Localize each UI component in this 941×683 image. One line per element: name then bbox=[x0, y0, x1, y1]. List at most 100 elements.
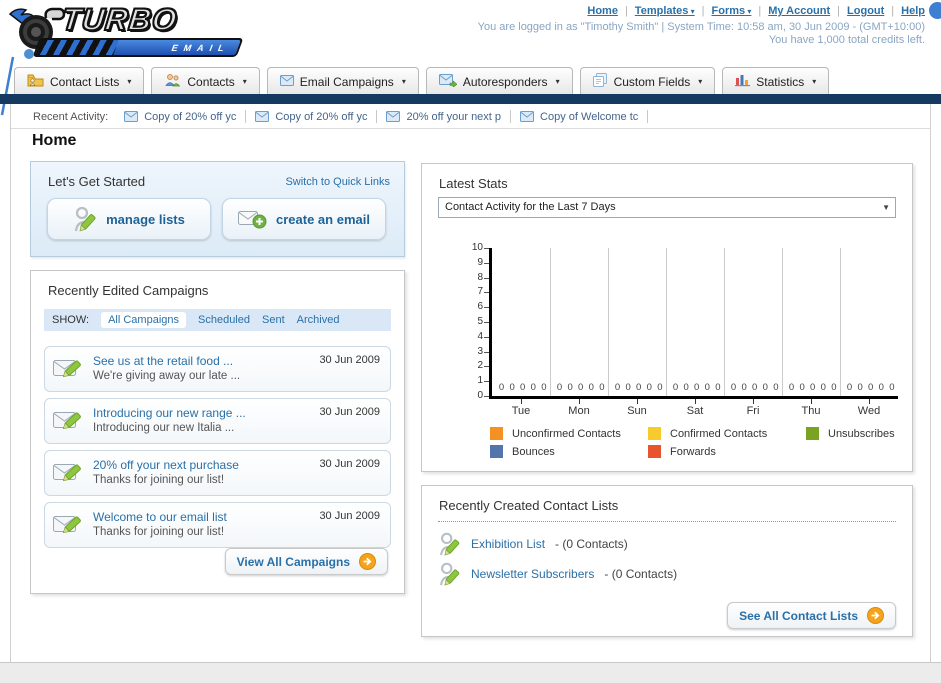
campaign-date: 30 Jun 2009 bbox=[319, 354, 380, 366]
chevron-down-icon: ▾ bbox=[688, 7, 695, 16]
envelope-plus-icon bbox=[238, 210, 267, 228]
recent-activity-item[interactable]: Copy of 20% off yc bbox=[255, 111, 367, 123]
recent-activity-item[interactable]: 20% off your next p bbox=[386, 111, 501, 123]
legend-swatch bbox=[648, 445, 661, 458]
y-axis-tick-label: 4 bbox=[477, 330, 483, 342]
recent-activity-text: Copy of Welcome tc bbox=[540, 110, 639, 123]
campaign-subtitle: Thanks for joining our list! bbox=[93, 526, 225, 538]
logo-subtitle: EMAIL bbox=[169, 43, 232, 53]
person-pencil-icon bbox=[75, 206, 96, 232]
data-value-label: 0 bbox=[625, 382, 631, 393]
latest-stats-panel: Latest Stats Contact Activity for the La… bbox=[421, 163, 913, 472]
campaign-item[interactable]: See us at the retail food ... We're givin… bbox=[44, 346, 391, 392]
campaign-title: See us at the retail food ... bbox=[93, 354, 234, 368]
envelope-pencil-icon bbox=[53, 356, 84, 387]
data-value-label: 0 bbox=[704, 382, 710, 393]
campaign-item[interactable]: Welcome to our email list Thanks for join… bbox=[44, 502, 391, 548]
nav-link-home[interactable]: Home bbox=[587, 5, 618, 17]
navy-divider-bar bbox=[0, 94, 941, 104]
campaign-subtitle: Thanks for joining our list! bbox=[93, 474, 225, 486]
filter-scheduled[interactable]: Scheduled bbox=[198, 314, 250, 326]
create-an-email-button[interactable]: create an email bbox=[222, 198, 386, 240]
y-axis-tick bbox=[484, 248, 489, 249]
filter-archived[interactable]: Archived bbox=[297, 314, 340, 326]
envelope-icon bbox=[520, 111, 535, 122]
y-axis-tick bbox=[484, 396, 489, 397]
x-axis-tick bbox=[869, 399, 870, 404]
login-info: You are logged in as "Timothy Smith" | S… bbox=[477, 21, 925, 33]
credits-info: You have 1,000 total credits left. bbox=[768, 34, 925, 46]
legend-swatch bbox=[490, 427, 503, 440]
campaigns-filter-bar: SHOW: All Campaigns Scheduled Sent Archived bbox=[44, 309, 391, 331]
y-axis-tick bbox=[484, 262, 489, 264]
contact-list-item[interactable]: Newsletter Subscribers - (0 Contacts) bbox=[438, 559, 677, 589]
data-value-label: 0 bbox=[578, 382, 584, 393]
view-all-campaigns-button[interactable]: View All Campaigns bbox=[224, 548, 388, 575]
custom-fields-icon bbox=[592, 72, 608, 91]
tab-contacts[interactable]: Contacts ▾ bbox=[151, 67, 260, 95]
campaign-date: 30 Jun 2009 bbox=[319, 510, 380, 522]
tab-autoresponders[interactable]: Autoresponders ▾ bbox=[425, 67, 573, 95]
tab-label: Contacts bbox=[187, 74, 235, 89]
x-axis-label: Sat bbox=[686, 405, 704, 417]
footer-strip bbox=[0, 662, 941, 683]
campaign-title: Welcome to our email list bbox=[93, 510, 227, 524]
tab-statistics[interactable]: Statistics ▾ bbox=[722, 67, 830, 95]
recent-activity-item[interactable]: Copy of 20% off yc bbox=[124, 111, 236, 123]
tab-label: Custom Fields bbox=[613, 74, 691, 89]
recent-activity-text: 20% off your next p bbox=[406, 110, 502, 123]
x-axis-tick bbox=[695, 399, 696, 404]
create-email-label: create an email bbox=[276, 211, 370, 227]
data-value-label: 0 bbox=[831, 382, 837, 393]
email-campaigns-icon bbox=[279, 74, 294, 89]
recent-activity-item[interactable]: Copy of Welcome tc bbox=[520, 111, 638, 123]
filter-all-campaigns[interactable]: All Campaigns bbox=[101, 312, 186, 328]
separator: | bbox=[701, 5, 705, 17]
nav-link-forms[interactable]: Forms ▾ bbox=[712, 5, 752, 17]
contact-list-item[interactable]: Exhibition List - (0 Contacts) bbox=[438, 529, 677, 559]
contact-list-items: Exhibition List - (0 Contacts) Newsletter … bbox=[438, 529, 677, 589]
data-value-label: 0 bbox=[762, 382, 768, 393]
tab-contact-lists[interactable]: Contact Lists ▾ bbox=[14, 67, 145, 95]
chevron-down-icon: ▾ bbox=[242, 77, 247, 86]
envelope-pencil-icon bbox=[53, 460, 84, 491]
data-value-label: 0 bbox=[588, 382, 594, 393]
corner-dot-decoration bbox=[929, 2, 941, 19]
filter-sent[interactable]: Sent bbox=[262, 314, 285, 326]
y-axis-tick-label: 6 bbox=[477, 301, 483, 313]
y-axis-tick-label: 7 bbox=[477, 286, 483, 298]
tab-custom-fields[interactable]: Custom Fields ▾ bbox=[579, 67, 716, 95]
x-axis-label: Tue bbox=[511, 405, 531, 417]
tab-label: Statistics bbox=[756, 74, 805, 89]
logo-email-bar: EMAIL bbox=[32, 38, 244, 57]
stats-period-select[interactable]: Contact Activity for the Last 7 Days ▼ bbox=[438, 197, 896, 218]
nav-link-templates[interactable]: Templates ▾ bbox=[635, 5, 695, 17]
separator bbox=[510, 110, 512, 123]
see-all-contact-lists-button[interactable]: See All Contact Lists bbox=[727, 602, 896, 629]
vertical-gridline bbox=[782, 248, 783, 396]
nav-link-my-account[interactable]: My Account bbox=[768, 5, 830, 17]
recent-activity-items: Copy of 20% off yc Copy of 20% off yc 20% … bbox=[124, 110, 657, 123]
page-title: Home bbox=[32, 132, 77, 149]
manage-lists-button[interactable]: manage lists bbox=[47, 198, 211, 240]
vertical-gridline bbox=[666, 248, 667, 396]
data-value-label: 0 bbox=[599, 382, 605, 393]
nav-link-logout[interactable]: Logout bbox=[847, 5, 884, 17]
switch-to-quick-links[interactable]: Switch to Quick Links bbox=[285, 176, 390, 188]
y-axis-tick-label: 1 bbox=[477, 375, 483, 387]
legend-item: Bounces bbox=[490, 445, 648, 458]
envelope-icon bbox=[520, 111, 535, 122]
tab-email-campaigns[interactable]: Email Campaigns ▾ bbox=[266, 67, 419, 95]
y-axis-tick bbox=[484, 381, 489, 383]
data-value-label: 0 bbox=[810, 382, 816, 393]
logo-title: TURBO bbox=[59, 1, 180, 38]
campaign-item[interactable]: Introducing our new range ... Introducing… bbox=[44, 398, 391, 444]
campaign-item[interactable]: 20% off your next purchase Thanks for joi… bbox=[44, 450, 391, 496]
nav-link-help[interactable]: Help bbox=[901, 5, 925, 17]
header-nav-links: Home | Templates ▾ | Forms ▾ | My Account | Logo… bbox=[587, 5, 925, 17]
y-axis-tick bbox=[484, 336, 489, 338]
chevron-down-icon: ▾ bbox=[401, 77, 406, 86]
vertical-gridline bbox=[724, 248, 725, 396]
logo-dot-decoration bbox=[24, 49, 34, 59]
campaign-date: 30 Jun 2009 bbox=[319, 406, 380, 418]
